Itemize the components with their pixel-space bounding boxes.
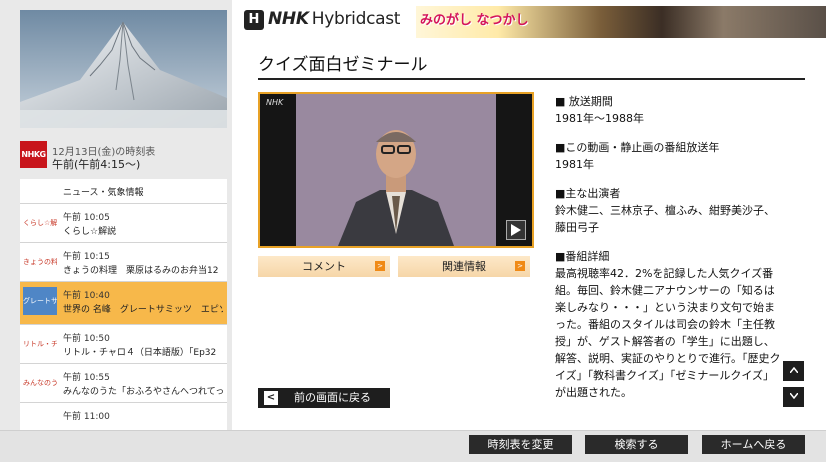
- program-logo: きょうの料理: [23, 258, 57, 266]
- scroll-down-button[interactable]: [783, 387, 804, 407]
- program-time: 午前 10:50: [63, 334, 110, 344]
- brand-name: NHK Hybridcast: [268, 9, 400, 29]
- schedule-header: NHKG 12月13日(金)の時刻表 午前(午前4:15～): [20, 141, 227, 177]
- related-info-button[interactable]: 関連情報 >: [398, 256, 530, 277]
- program-logo: [23, 408, 57, 430]
- chevron-right-icon: >: [375, 261, 385, 271]
- program-time: 午前 10:15: [63, 252, 110, 262]
- program-title: きょうの料理 栗原はるみのお弁当12: [63, 266, 219, 276]
- program-title: リトル・チャロ４（日本語版）「Ep32 カレ: [63, 348, 223, 358]
- program-list[interactable]: ニュース・気象情報 くらし☆解説 午前 10:05 くらし☆解説 きょうの料理 …: [20, 179, 227, 430]
- program-list-item[interactable]: きょうの料理 午前 10:15 きょうの料理 栗原はるみのお弁当12: [20, 243, 227, 282]
- details-heading: ■番組詳細: [555, 250, 610, 263]
- chevron-up-icon: [789, 367, 798, 373]
- hybridcast-header: H NHK Hybridcast みのがし なつかし: [244, 6, 826, 38]
- chevron-down-icon: [789, 393, 798, 399]
- video-player[interactable]: NHK: [258, 92, 534, 248]
- program-title: くらし☆解説: [63, 227, 117, 237]
- broadcast-year-heading: ■この動画・静止画の番組放送年: [555, 141, 720, 154]
- video-still-host: [260, 94, 532, 246]
- program-logo: みんなのうた: [23, 379, 57, 387]
- program-logo: リトル・チャロ4: [23, 340, 57, 348]
- change-schedule-button[interactable]: 時刻表を変更: [469, 435, 572, 454]
- chevron-right-icon: >: [515, 261, 525, 271]
- back-button[interactable]: < 前の画面に戻る: [258, 388, 390, 408]
- program-title: 世界の 名峰 グレートサミッツ エピソー: [63, 305, 223, 315]
- program-logo: グレートサミッツ: [23, 287, 57, 315]
- brand-hybridcast: Hybridcast: [311, 9, 401, 29]
- minogashi-banner[interactable]: みのがし なつかし: [416, 6, 826, 38]
- left-column: NHKG 12月13日(金)の時刻表 午前(午前4:15～) ニュース・気象情報…: [0, 0, 232, 430]
- scroll-up-button[interactable]: [783, 361, 804, 381]
- nhk-watermark: NHK: [266, 98, 284, 107]
- play-icon: [511, 224, 521, 236]
- program-list-item-selected[interactable]: グレートサミッツ 午前 10:40 世界の 名峰 グレートサミッツ エピソー: [20, 282, 227, 325]
- nhk-g-channel-logo: NHKG: [20, 141, 47, 168]
- program-list-item[interactable]: くらし☆解説 午前 10:05 くらし☆解説: [20, 204, 227, 243]
- period-value: 1981年～1988年: [555, 112, 644, 125]
- cast-heading: ■主な出演者: [555, 187, 621, 200]
- page-title: クイズ面白ゼミナール: [258, 55, 428, 75]
- details-value: 最高視聴率42．2%を記録した人気クイズ番組。毎回、鈴木健二アナウンサーの「知る…: [555, 267, 781, 399]
- chevron-left-icon: <: [264, 391, 278, 405]
- program-list-item[interactable]: ニュース・気象情報: [20, 179, 227, 204]
- banner-title: みのがし なつかし: [420, 13, 529, 28]
- program-time: 午前 10:55: [63, 373, 110, 383]
- program-logo: [23, 179, 57, 198]
- comment-button-label: コメント: [302, 260, 346, 273]
- program-title: みんなのうた「おふろやさんへつれてっ: [63, 387, 223, 397]
- period-heading: ■ 放送期間: [555, 95, 613, 108]
- program-time: 午前 11:00: [63, 412, 110, 422]
- related-info-button-label: 関連情報: [442, 260, 486, 273]
- program-title: ニュース・気象情報: [63, 188, 144, 198]
- program-info: ■ 放送期間 1981年～1988年 ■この動画・静止画の番組放送年 1981年…: [555, 93, 783, 413]
- back-button-label: 前の画面に戻る: [294, 391, 371, 404]
- mountain-image: [20, 10, 227, 128]
- title-divider: [258, 78, 805, 80]
- program-time: 午前 10:05: [63, 213, 110, 223]
- hybridcast-logo-icon: H: [244, 10, 264, 30]
- broadcast-year-value: 1981年: [555, 158, 594, 171]
- program-logo: くらし☆解説: [23, 219, 57, 227]
- play-button[interactable]: [506, 220, 526, 240]
- footer-bar: 時刻表を変更 検索する ホームへ戻る: [0, 430, 826, 462]
- search-button[interactable]: 検索する: [585, 435, 688, 454]
- program-list-item[interactable]: リトル・チャロ4 午前 10:50 リトル・チャロ４（日本語版）「Ep32 カレ: [20, 325, 227, 364]
- program-time: 午前 10:40: [63, 291, 110, 301]
- brand-nhk: NHK: [268, 9, 309, 29]
- program-list-item[interactable]: みんなのうた 午前 10:55 みんなのうた「おふろやさんへつれてっ: [20, 364, 227, 403]
- cast-value: 鈴木健二、三林京子、檀ふみ、紺野美沙子、藤田弓子: [555, 204, 775, 234]
- mountain-thumbnail: [20, 10, 227, 128]
- comment-button[interactable]: コメント >: [258, 256, 390, 277]
- program-list-item[interactable]: 午前 11:00: [20, 403, 227, 430]
- schedule-time-slot: 午前(午前4:15～): [52, 158, 141, 171]
- home-button[interactable]: ホームへ戻る: [702, 435, 805, 454]
